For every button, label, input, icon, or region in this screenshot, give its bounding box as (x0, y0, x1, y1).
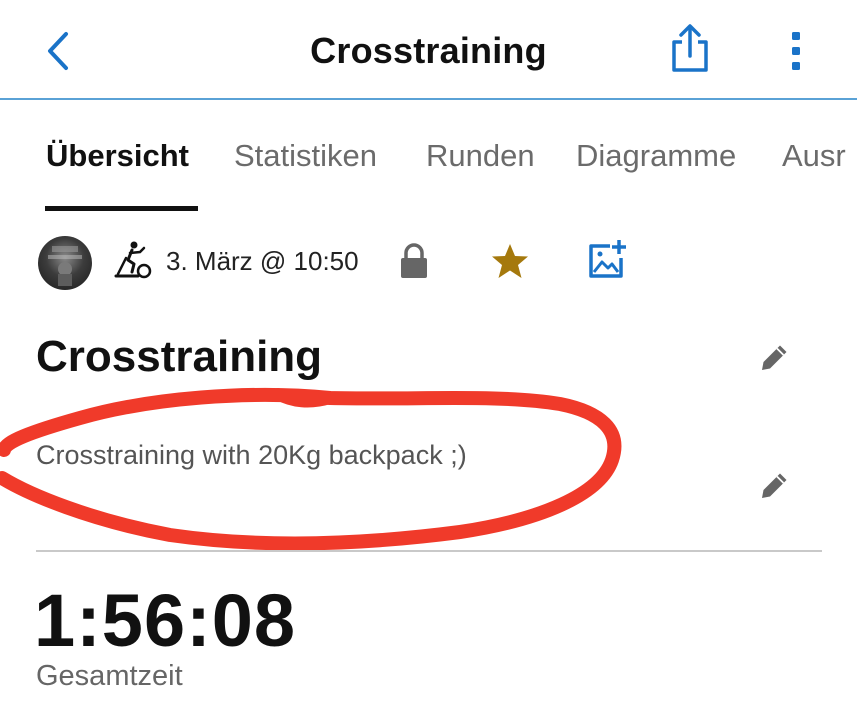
add-photo-icon[interactable] (586, 238, 628, 280)
tab-equipment[interactable]: Ausr (782, 138, 846, 174)
more-options-button[interactable] (780, 28, 812, 74)
pencil-icon[interactable] (758, 468, 792, 502)
share-button[interactable] (664, 22, 716, 76)
active-tab-indicator (45, 206, 198, 211)
activity-meta-row: 3. März @ 10:50 (0, 228, 857, 294)
lock-icon (401, 243, 427, 278)
elliptical-trainer-icon (114, 241, 152, 279)
star-icon[interactable] (490, 242, 530, 280)
tab-overview[interactable]: Übersicht (46, 138, 189, 174)
section-divider (36, 550, 822, 552)
total-time-value: 1:56:08 (34, 579, 297, 662)
share-icon (672, 24, 708, 72)
pencil-icon[interactable] (758, 340, 792, 374)
tab-laps[interactable]: Runden (426, 138, 535, 174)
avatar[interactable] (38, 236, 92, 290)
top-bar: Crosstraining (0, 0, 857, 100)
activity-detail-screen: Crosstraining Übersicht Statistiken Rund… (0, 0, 857, 720)
page-title: Crosstraining (310, 30, 547, 71)
tab-statistics[interactable]: Statistiken (234, 138, 377, 174)
total-time-label: Gesamtzeit (36, 660, 183, 692)
activity-date: 3. März @ 10:50 (166, 246, 359, 276)
more-vertical-icon (792, 32, 800, 70)
tab-charts[interactable]: Diagramme (576, 138, 736, 174)
activity-title: Crosstraining (36, 332, 323, 381)
tab-bar: Übersicht Statistiken Runden Diagramme A… (0, 100, 857, 212)
avatar-image (48, 246, 82, 286)
activity-description: Crosstraining with 20Kg backpack ;) (36, 440, 467, 470)
